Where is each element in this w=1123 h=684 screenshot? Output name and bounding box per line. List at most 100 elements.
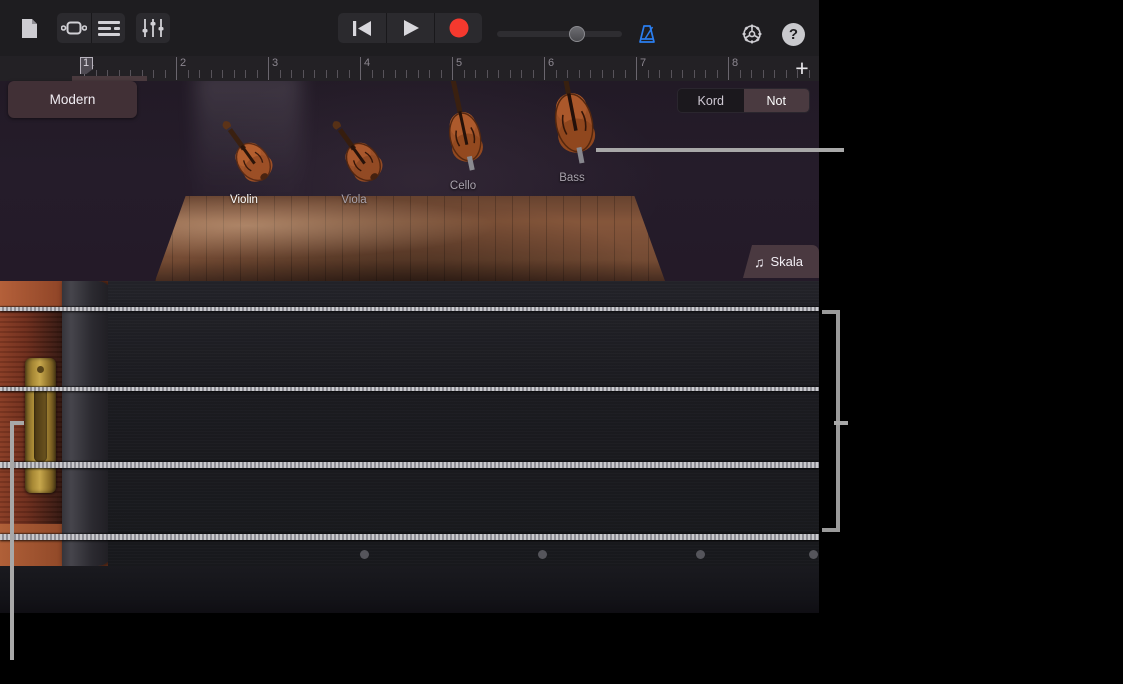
- ruler-beat-tick: [337, 70, 338, 78]
- beamed-notes-icon: ♫: [754, 253, 765, 270]
- ruler-beat-tick: [188, 70, 189, 78]
- ruler-beat-tick: [556, 70, 557, 78]
- ruler-beat-tick: [326, 70, 327, 78]
- cycle-button[interactable]: [57, 13, 91, 43]
- violin-art: [194, 97, 294, 189]
- ruler-beat-tick: [498, 70, 499, 78]
- ruler-beat-tick: [567, 70, 568, 78]
- ruler-beat-tick: [786, 70, 787, 78]
- ruler-bar-number: 4: [364, 57, 371, 69]
- ruler-beat-tick: [625, 70, 626, 78]
- ruler-beat-tick: [579, 70, 580, 78]
- fretboard-string[interactable]: [0, 534, 819, 540]
- fret-position-dot: [809, 550, 818, 559]
- instrument-bass[interactable]: Bass: [522, 81, 622, 184]
- metronome-icon: [639, 25, 655, 43]
- instrument-violin[interactable]: Violin: [194, 97, 294, 206]
- region-name: Modern: [49, 92, 96, 107]
- region-modern-tab[interactable]: Modern: [8, 81, 137, 118]
- instrument-label: Viola: [341, 194, 367, 206]
- ruler-beat-tick: [487, 70, 488, 78]
- ruler-beat-tick: [475, 70, 476, 78]
- add-section-button[interactable]: +: [791, 57, 813, 80]
- ruler-beat-tick: [245, 70, 246, 78]
- instrument-label: Cello: [449, 180, 477, 192]
- ruler-beat-tick: [211, 70, 212, 78]
- record-button[interactable]: [434, 13, 482, 43]
- ruler-beat-tick: [590, 70, 591, 78]
- mixer-button[interactable]: [136, 13, 170, 43]
- ruler-beat-tick: [671, 70, 672, 78]
- metronome-button[interactable]: [633, 21, 661, 47]
- ruler-bar-number: 2: [180, 57, 187, 69]
- settings-button[interactable]: [738, 20, 766, 48]
- ruler-beat-tick: [372, 70, 373, 78]
- rewind-icon: [353, 20, 371, 36]
- ruler-beat-tick: [682, 70, 683, 78]
- cello-art: [413, 81, 513, 175]
- volume-knob[interactable]: [569, 26, 585, 42]
- ruler-beat-tick: [441, 70, 442, 78]
- background-right: [819, 0, 1123, 684]
- violin-icon: [222, 121, 273, 182]
- viola-icon: [332, 121, 383, 182]
- ruler-beat-tick: [222, 70, 223, 78]
- toolbar-view-group: [57, 13, 125, 43]
- skala-tab[interactable]: ♫ Skala: [743, 245, 819, 278]
- mixer-group: [136, 13, 170, 43]
- ruler-bar-number: 3: [272, 57, 279, 69]
- ruler-beat-tick: [165, 70, 166, 78]
- instrument-label: Violin: [230, 194, 258, 206]
- chord-note-toggle: Kord Not: [677, 88, 810, 113]
- fretboard-string[interactable]: [0, 462, 819, 468]
- ruler-beat-tick: [349, 70, 350, 78]
- timeline-ruler[interactable]: 12345678 1 +: [0, 56, 819, 81]
- document-icon: [21, 18, 37, 38]
- fret-position-dot: [696, 550, 705, 559]
- toggle-not[interactable]: Not: [743, 89, 809, 112]
- stage-floor-shading: [155, 196, 665, 281]
- ruler-bar-number: 6: [548, 57, 555, 69]
- ruler-bar-number: 7: [640, 57, 647, 69]
- ruler-beat-tick: [740, 70, 741, 78]
- transport-controls: [338, 0, 482, 56]
- new-document-button[interactable]: [12, 13, 46, 43]
- ruler-beat-tick: [751, 70, 752, 78]
- toggle-kord[interactable]: Kord: [678, 89, 744, 112]
- rewind-button[interactable]: [338, 13, 386, 43]
- ruler-beat-tick: [199, 70, 200, 78]
- help-button[interactable]: ?: [782, 23, 805, 46]
- gear-icon: [742, 24, 762, 44]
- ruler-beat-tick: [406, 70, 407, 78]
- instrument-label: Bass: [559, 172, 585, 184]
- ruler-beat-tick: [303, 70, 304, 78]
- ruler-beat-tick: [429, 70, 430, 78]
- ruler-beat-tick: [280, 70, 281, 78]
- fretboard[interactable]: [0, 281, 819, 613]
- ruler-beat-tick: [291, 70, 292, 78]
- ruler-beat-tick: [602, 70, 603, 78]
- ruler-bar-number: 1: [88, 57, 95, 69]
- mixer-faders-icon: [142, 19, 164, 37]
- instrument-cello[interactable]: Cello: [413, 81, 513, 192]
- ruler-beat-tick: [659, 70, 660, 78]
- ruler-beat-tick: [763, 70, 764, 78]
- fretboard-string[interactable]: [0, 307, 819, 311]
- instrument-viola[interactable]: Viola: [304, 97, 404, 206]
- fretboard-surface[interactable]: [108, 281, 819, 566]
- toolbar-left-group: [0, 13, 170, 43]
- ruler-beat-tick: [705, 70, 706, 78]
- fret-position-dot: [360, 550, 369, 559]
- ruler-beat-tick: [383, 70, 384, 78]
- viola-art: [304, 97, 404, 189]
- fretboard-string[interactable]: [0, 387, 819, 391]
- transport-group: [338, 13, 482, 43]
- ruler-beat-tick: [613, 70, 614, 78]
- tuning-peg-plate[interactable]: [25, 358, 56, 493]
- track-list-button[interactable]: [91, 13, 125, 43]
- ruler-beat-tick: [533, 70, 534, 78]
- ruler-beat-tick: [521, 70, 522, 78]
- play-button[interactable]: [386, 13, 434, 43]
- master-volume-slider[interactable]: [497, 26, 622, 42]
- ruler-beat-tick: [717, 70, 718, 78]
